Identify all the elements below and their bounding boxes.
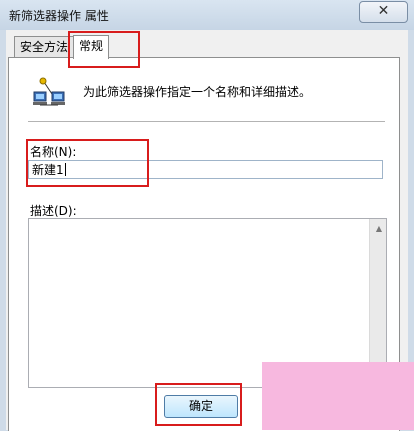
scroll-up-arrow-icon[interactable]: ▲ (376, 224, 382, 233)
watermark-overlay (262, 362, 414, 430)
name-value: 新建1 (32, 163, 64, 177)
tab-label: 安全方法 (20, 40, 69, 54)
ok-button[interactable]: 确定 (164, 395, 238, 418)
instruction-text: 为此筛选器操作指定一个名称和详细描述。 (83, 85, 312, 99)
close-icon: ✕ (377, 3, 390, 19)
separator (28, 121, 385, 122)
tab-label: 常规 (79, 39, 104, 53)
ok-button-label: 确定 (188, 399, 213, 413)
close-button[interactable]: ✕ (359, 1, 408, 23)
name-field[interactable]: 新建1 (28, 160, 383, 179)
tab-general[interactable]: 常规 (73, 35, 110, 59)
text-caret (64, 163, 66, 176)
title-bar: 新筛选器操作 属性 ✕ (0, 0, 414, 30)
tab-security-methods[interactable]: 安全方法 (14, 36, 75, 58)
description-label: 描述(D): (30, 204, 77, 218)
network-computers-icon (33, 77, 65, 106)
name-label: 名称(N): (30, 145, 77, 159)
window-title: 新筛选器操作 属性 (9, 9, 109, 23)
